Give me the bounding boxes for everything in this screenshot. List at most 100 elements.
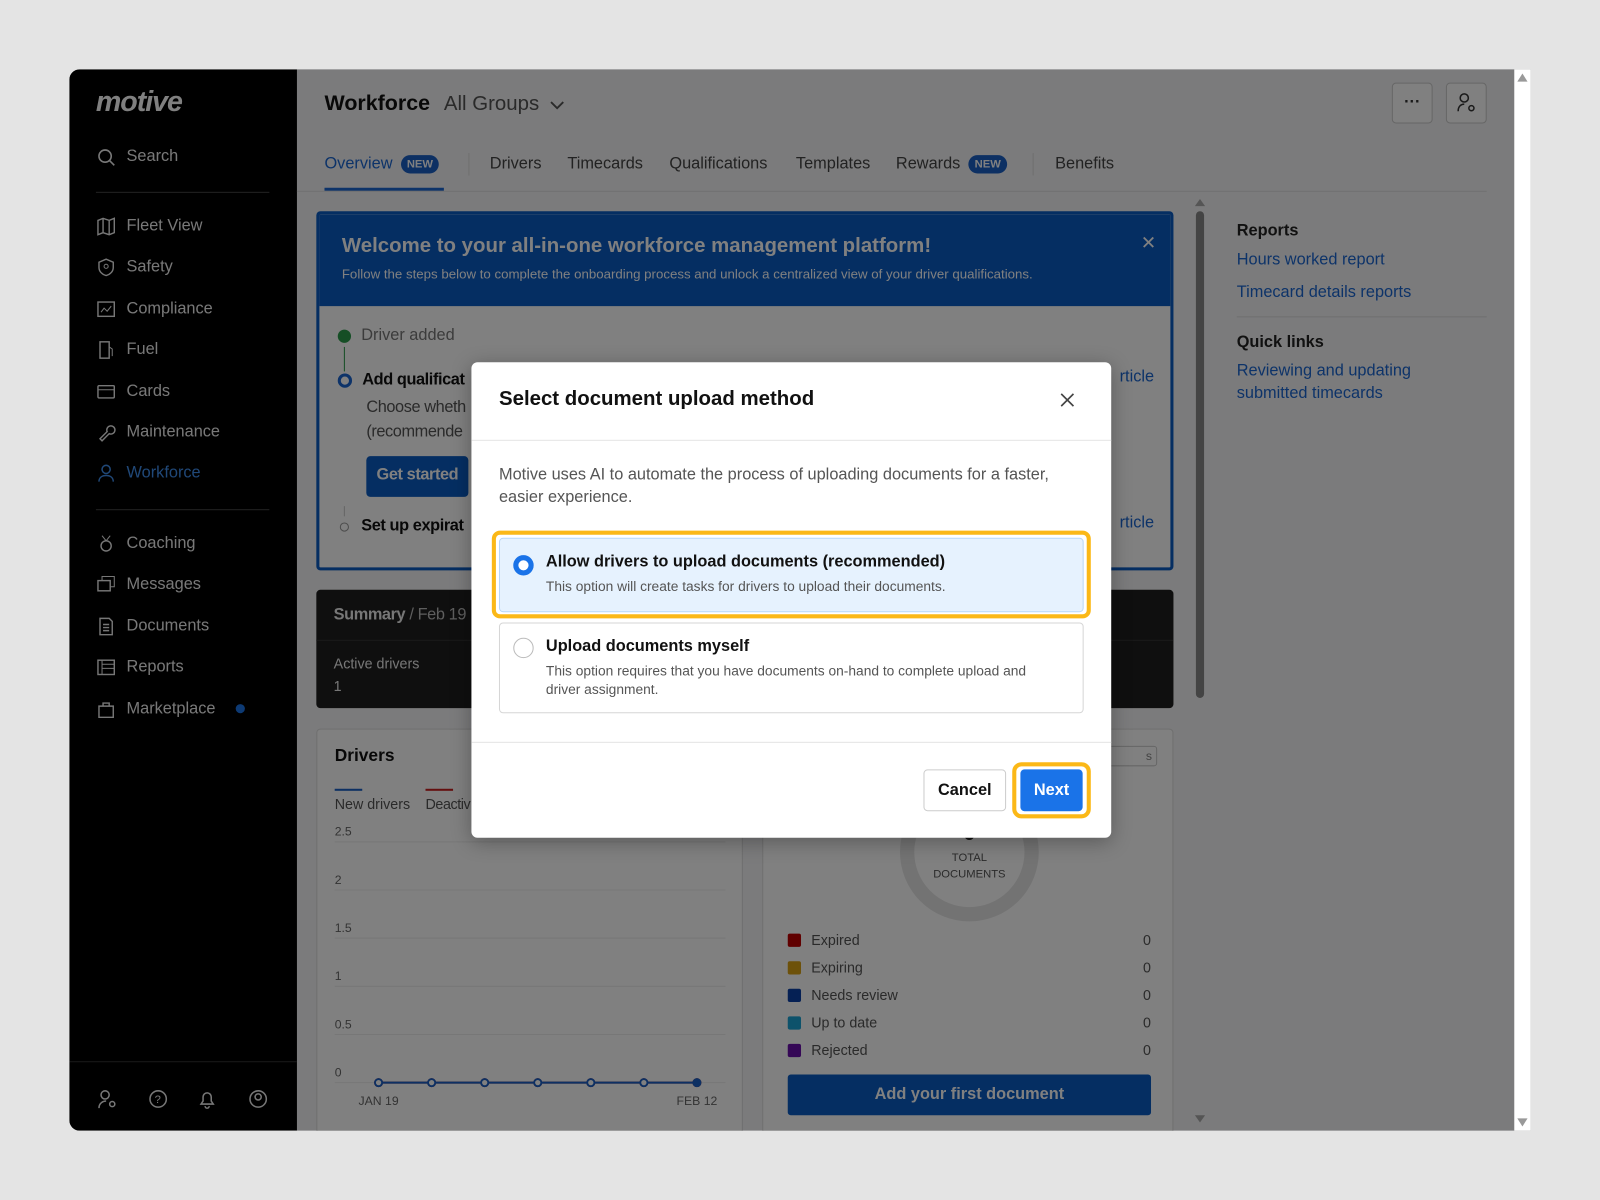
radio-unselected[interactable] xyxy=(513,637,534,659)
data-point[interactable] xyxy=(533,1078,543,1088)
get-started-button[interactable]: Get started xyxy=(366,456,469,497)
bell-icon[interactable] xyxy=(196,1088,218,1110)
group-selector[interactable]: All Groups xyxy=(444,93,566,116)
status-label: Expired xyxy=(811,931,860,948)
right-panel: Reports Hours worked report Timecard det… xyxy=(1236,222,1487,405)
reviewing-timecards-link[interactable]: Reviewing and updating submitted timecar… xyxy=(1237,360,1431,405)
data-point[interactable] xyxy=(586,1078,596,1088)
cancel-button[interactable]: Cancel xyxy=(923,769,1007,812)
user-settings-button[interactable] xyxy=(1445,82,1487,124)
legend-new-drivers[interactable]: New drivers xyxy=(335,796,410,812)
sidebar-item-label: Cards xyxy=(126,382,171,400)
sidebar-item-label: Fleet View xyxy=(126,217,203,235)
legend-swatch-deactivated xyxy=(425,788,454,791)
timecard-details-link[interactable]: Timecard details reports xyxy=(1237,282,1487,304)
upload-method-modal: Select document upload method Motive use… xyxy=(471,362,1112,838)
sidebar-item-messages[interactable]: Messages xyxy=(96,575,201,595)
tab-label: Rewards xyxy=(895,155,961,173)
step-desc: (recommende xyxy=(366,423,463,441)
data-point[interactable] xyxy=(480,1078,490,1088)
user-settings-icon[interactable] xyxy=(96,1088,118,1110)
sidebar-item-label: Workforce xyxy=(126,464,201,483)
radio-selected[interactable] xyxy=(513,555,534,576)
notification-dot xyxy=(235,704,246,714)
status-label: Expiring xyxy=(811,959,863,976)
tab-label: Benefits xyxy=(1055,155,1115,173)
more-icon: ··· xyxy=(1404,93,1421,112)
step-connector xyxy=(343,346,345,372)
reports-heading: Reports xyxy=(1236,222,1299,240)
close-icon[interactable] xyxy=(1058,391,1076,414)
sidebar-item-fleet-view[interactable]: Fleet View xyxy=(96,216,203,236)
new-badge: NEW xyxy=(400,155,440,174)
data-point[interactable] xyxy=(374,1078,384,1088)
sidebar-item-maintenance[interactable]: Maintenance xyxy=(96,422,220,442)
status-row-needs-review: Needs review 0 xyxy=(787,986,1152,1004)
sidebar-item-fuel[interactable]: Fuel xyxy=(96,340,158,360)
sidebar-item-label: Marketplace xyxy=(126,699,216,717)
y-tick-label: 1.5 xyxy=(335,921,352,935)
map-icon xyxy=(96,216,116,236)
scrollbar-thumb[interactable] xyxy=(1195,211,1205,698)
modal-title: Select document upload method xyxy=(498,387,815,411)
total-label: TOTAL xyxy=(951,852,987,865)
article-link[interactable]: rticle xyxy=(1120,368,1154,386)
sidebar-item-documents[interactable]: Documents xyxy=(96,616,209,636)
step-label: Add qualificat xyxy=(362,371,465,389)
tab-drivers[interactable]: Drivers xyxy=(490,155,542,173)
add-document-button[interactable]: Add your first document xyxy=(787,1074,1152,1116)
page-title: Workforce xyxy=(324,91,431,116)
svg-text:?: ? xyxy=(155,1094,161,1106)
scroll-down-icon[interactable] xyxy=(1517,1118,1528,1127)
step-desc: Choose wheth xyxy=(366,398,466,417)
status-count: 0 xyxy=(1143,986,1152,1004)
group-label: All Groups xyxy=(443,92,540,116)
tab-benefits[interactable]: Benefits xyxy=(1055,155,1114,173)
tab-label: Templates xyxy=(795,155,871,173)
hours-worked-report-link[interactable]: Hours worked report xyxy=(1237,249,1487,271)
next-button[interactable]: Next xyxy=(1020,769,1083,812)
option-upload-myself[interactable]: Upload documents myself This option requ… xyxy=(498,622,1084,714)
sidebar-item-workforce[interactable]: Workforce xyxy=(96,464,201,484)
scroll-up-icon[interactable] xyxy=(1517,73,1528,82)
x-tick-label: JAN 19 xyxy=(359,1094,399,1108)
scrollbar[interactable] xyxy=(1194,198,1206,1123)
data-point[interactable] xyxy=(427,1078,437,1088)
data-point[interactable] xyxy=(639,1078,649,1088)
data-point[interactable] xyxy=(692,1078,702,1088)
tab-overview[interactable]: Overview NEW xyxy=(324,155,440,174)
status-swatch xyxy=(787,988,802,1002)
option-desc: This option requires that you have docum… xyxy=(545,663,1027,697)
sidebar-item-marketplace[interactable]: Marketplace xyxy=(96,699,246,719)
sidebar-item-label: Fuel xyxy=(126,341,159,359)
sidebar-item-coaching[interactable]: Coaching xyxy=(96,534,196,554)
chevron-down-icon xyxy=(549,93,565,116)
tab-label: Timecards xyxy=(567,155,643,173)
divider xyxy=(95,191,270,193)
sidebar-search[interactable]: Search xyxy=(96,147,178,167)
status-count: 0 xyxy=(1143,959,1152,976)
article-link[interactable]: rticle xyxy=(1120,514,1154,532)
sidebar-item-compliance[interactable]: Compliance xyxy=(96,299,213,319)
sidebar-item-cards[interactable]: Cards xyxy=(96,381,170,401)
legend-deactivated[interactable]: Deactiv xyxy=(426,796,471,812)
help-icon[interactable]: ? xyxy=(147,1088,169,1110)
tab-qualifications[interactable]: Qualifications xyxy=(669,155,767,173)
window-scrollbar[interactable] xyxy=(1514,69,1531,1131)
divider xyxy=(69,1061,297,1063)
sidebar-item-safety[interactable]: Safety xyxy=(96,258,173,278)
option-drivers-upload[interactable]: Allow drivers to upload documents (recom… xyxy=(498,537,1084,613)
tab-templates[interactable]: Templates xyxy=(796,155,870,173)
more-button[interactable]: ··· xyxy=(1391,82,1433,124)
y-tick-label: 0 xyxy=(335,1066,342,1080)
status-row-rejected: Rejected 0 xyxy=(787,1042,1151,1058)
tab-rewards[interactable]: Rewards NEW xyxy=(895,155,1007,174)
option-title: Upload documents myself xyxy=(545,637,750,656)
sidebar-item-reports[interactable]: Reports xyxy=(96,657,184,677)
account-icon[interactable] xyxy=(247,1088,269,1110)
close-icon[interactable]: ✕ xyxy=(1141,233,1156,254)
tab-timecards[interactable]: Timecards xyxy=(567,155,643,173)
sidebar-item-label: Maintenance xyxy=(126,423,221,441)
status-row-up-to-date: Up to date 0 xyxy=(787,1014,1151,1031)
tab-label: Drivers xyxy=(489,155,542,173)
